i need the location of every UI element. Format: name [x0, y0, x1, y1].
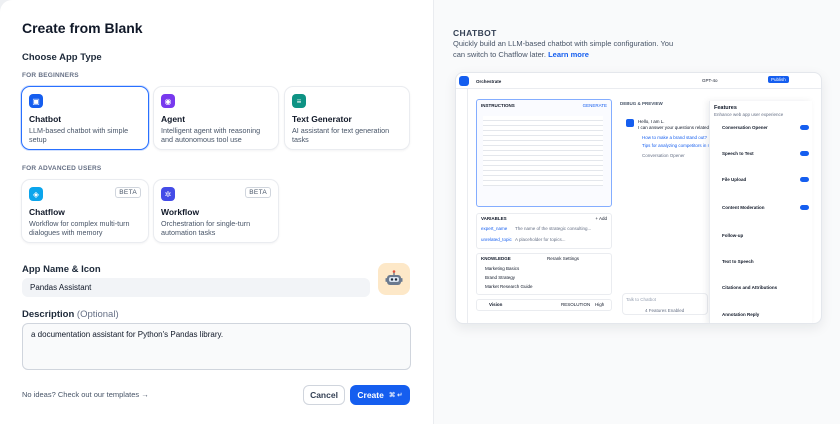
preview-bot-avatar	[626, 119, 634, 127]
card-title: Agent	[161, 114, 186, 124]
preview-variables-title: VARIABLES	[481, 216, 507, 221]
robot-icon	[385, 270, 403, 285]
dialog: Create from Blank Choose App Type FOR BE…	[0, 0, 840, 424]
learn-more-link[interactable]: Learn more	[548, 50, 589, 59]
preview-hello2: I can answer your questions related	[638, 125, 710, 130]
preview-knowledge-item: Market Research Guide	[485, 284, 533, 289]
preview-description: Quickly build an LLM-based chatbot with …	[453, 39, 833, 60]
preview-rerank: Rerank Settings	[547, 256, 580, 261]
preview-var: unrelated_topic	[481, 237, 512, 242]
dialog-title: Create from Blank	[22, 20, 143, 36]
app-type-card-chatbot[interactable]: ▣ Chatbot LLM-based chatbot with simple …	[21, 86, 149, 150]
preview-toggle	[800, 205, 809, 210]
app-name-label: App Name & Icon	[22, 264, 101, 275]
preview-knowledge-item: Brand Strategy	[485, 275, 516, 280]
workflow-icon: ✲	[161, 187, 175, 201]
preview-sidebar	[456, 89, 468, 323]
card-title: Workflow	[161, 207, 200, 217]
preview-feature: Follow-up	[722, 233, 744, 238]
preview-text-lines	[483, 116, 603, 186]
preview-generate: GENERATE	[582, 103, 607, 108]
beta-badge: BETA	[245, 187, 271, 198]
app-type-card-chatflow[interactable]: ◈ BETA Chatflow Workflow for complex mul…	[21, 179, 149, 243]
preview-instructions-title: INSTRUCTIONS	[481, 103, 515, 108]
preview-features-title: Features	[714, 105, 737, 111]
chatbot-icon: ▣	[29, 94, 43, 108]
app-name-input[interactable]: Pandas Assistant	[22, 278, 370, 297]
preview-desc-line: can switch to Chatflow later.	[453, 49, 546, 59]
preview-enabled: 4 Features Enabled	[645, 308, 685, 313]
card-desc: AI assistant for text generation tasks	[292, 126, 390, 144]
beta-badge: BETA	[115, 187, 141, 198]
text-generator-icon: ≡	[292, 94, 306, 108]
choose-type-label: Choose App Type	[22, 52, 102, 63]
preview-feature: Speech to Text	[722, 151, 754, 156]
preview-instructions: INSTRUCTIONS GENERATE	[476, 99, 612, 207]
preview-var-desc: A placeholder for topics...	[515, 237, 566, 242]
preview-feature: Annotation Reply	[722, 312, 760, 317]
preview-caption: CHATBOT	[453, 28, 497, 38]
preview-toggle	[800, 151, 809, 156]
preview-talk: Talk to Chatbot	[626, 297, 657, 302]
preview-features-sub: Enhance web app user experience	[714, 112, 784, 117]
preview-screenshot: Orchestrate GPT-4o Publish INSTRUCTIONS …	[455, 72, 822, 324]
preview-toggle	[800, 177, 809, 182]
app-icon-picker[interactable]	[378, 263, 410, 295]
preview-var: expert_name	[481, 226, 508, 231]
preview-toggle	[800, 125, 809, 130]
preview-feature: Citations and Attributions	[722, 285, 778, 290]
preview-feature: File Upload	[722, 177, 747, 182]
preview-knowledge: KNOWLEDGE Rerank Settings Marketing Basi…	[476, 253, 612, 295]
preview-add: + Add	[595, 216, 607, 221]
card-desc: LLM-based chatbot with simple setup	[29, 126, 129, 144]
preview-desc-line: Quickly build an LLM-based chatbot with …	[453, 39, 674, 48]
preview-question: How to make a brand stand out?	[642, 135, 708, 140]
agent-icon: ◉	[161, 94, 175, 108]
cancel-button[interactable]: Cancel	[303, 385, 345, 405]
create-shortcut: ⌘ ↵	[388, 392, 403, 399]
description-label-text: Description	[22, 309, 75, 320]
chatflow-icon: ◈	[29, 187, 43, 201]
preview-resolution: RESOLUTION	[561, 302, 591, 307]
preview-opener: Conversation Opener	[642, 153, 685, 158]
preview-feature: Text to Speech	[722, 259, 754, 264]
templates-hint-text: No ideas? Check out our templates	[22, 390, 140, 399]
preview-hello: Hello, I am L.	[638, 119, 665, 124]
beginners-caption: FOR BEGINNERS	[22, 72, 79, 79]
arrow-right-icon: →	[141, 390, 149, 399]
app-type-card-agent[interactable]: ◉ Agent Intelligent agent with reasoning…	[153, 86, 279, 150]
description-textarea[interactable]: a documentation assistant for Python's P…	[22, 323, 411, 370]
app-type-card-text-generator[interactable]: ≡ Text Generator AI assistant for text g…	[284, 86, 410, 150]
card-desc: Workflow for complex multi-turn dialogue…	[29, 219, 130, 237]
preview-feature: Conversation Opener	[722, 125, 768, 130]
preview-var-desc: The name of the strategic consulting...	[515, 226, 592, 231]
preview-vision: Vision RESOLUTION High	[476, 299, 612, 311]
preview-variables: VARIABLES + Add expert_name The name of …	[476, 213, 612, 249]
card-desc: Orchestration for single-turn automation…	[161, 219, 251, 237]
create-panel: Create from Blank Choose App Type FOR BE…	[0, 0, 434, 424]
card-desc: Intelligent agent with reasoning and aut…	[161, 126, 261, 144]
preview-publish: Publish	[768, 76, 789, 83]
preview-debug-title: DEBUG & PREVIEW	[620, 101, 663, 106]
preview-model: GPT-4o	[702, 78, 718, 83]
preview-app-icon	[459, 76, 469, 86]
templates-link[interactable]: No ideas? Check out our templates →	[22, 390, 149, 399]
preview-high: High	[595, 302, 605, 307]
optional-tag: (Optional)	[76, 309, 119, 320]
create-button[interactable]: Create ⌘ ↵	[350, 385, 410, 405]
preview-feature: Content Moderation	[722, 205, 765, 210]
preview-knowledge-title: KNOWLEDGE	[481, 256, 511, 261]
card-title: Chatflow	[29, 207, 65, 217]
preview-features-panel: Features Enhance web app user experience…	[709, 101, 812, 323]
preview-orchestrate: Orchestrate	[476, 79, 502, 84]
preview-vision-title: Vision	[489, 302, 503, 307]
app-type-card-workflow[interactable]: ✲ BETA Workflow Orchestration for single…	[153, 179, 279, 243]
create-button-label: Create	[357, 390, 384, 400]
card-title: Text Generator	[292, 114, 352, 124]
card-title: Chatbot	[29, 114, 62, 124]
preview-knowledge-item: Marketing Basics	[485, 266, 520, 271]
advanced-caption: FOR ADVANCED USERS	[22, 165, 102, 172]
preview-chat-input: Talk to Chatbot 4 Features Enabled	[622, 293, 708, 315]
description-label: Description (Optional)	[22, 309, 119, 320]
